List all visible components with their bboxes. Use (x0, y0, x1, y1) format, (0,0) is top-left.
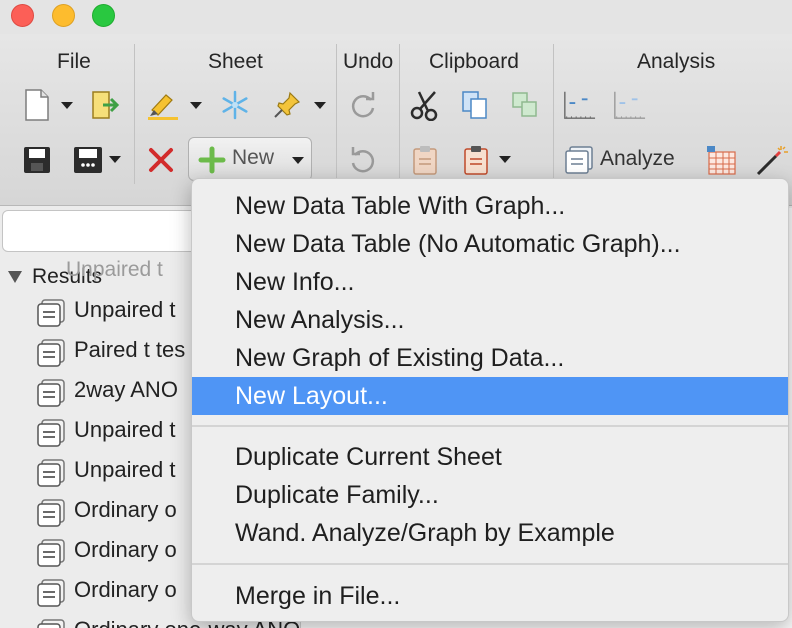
menu-item-duplicate-current-sheet[interactable]: Duplicate Current Sheet (192, 438, 788, 476)
results-sheet-icon (37, 579, 65, 607)
menu-separator (192, 425, 788, 427)
analyze-icon (565, 146, 593, 174)
menu-item-label: Merge in File... (235, 582, 401, 610)
menu-item-new-layout[interactable]: New Layout... (192, 377, 788, 415)
menu-item-label: Duplicate Current Sheet (235, 443, 502, 471)
list-item-label: Unpaired t (74, 417, 176, 442)
analyze-button-label: Analyze (600, 147, 675, 170)
menu-item-duplicate-family[interactable]: Duplicate Family... (192, 476, 788, 514)
list-item-label: 2way ANO (74, 377, 178, 402)
menu-item-label: New Info... (235, 268, 355, 296)
drag-ghost-row: Unpaired t (66, 258, 163, 281)
disclosure-triangle-icon[interactable] (8, 271, 22, 283)
menu-item-new-info[interactable]: New Info... (192, 263, 788, 301)
undo-icon[interactable] (346, 143, 380, 177)
results-sheet-icon (37, 539, 65, 567)
plus-icon (198, 146, 226, 174)
highlighter-dropdown-icon[interactable] (190, 102, 202, 109)
list-item-label: Unpaired t (74, 457, 176, 482)
results-sheet-icon (37, 339, 65, 367)
new-dropdown-menu: New Data Table With Graph... New Data Ta… (191, 178, 789, 622)
menu-item-merge-in-file[interactable]: Merge in File... (192, 577, 788, 615)
list-item-label: Ordinary o (74, 537, 177, 562)
menu-item-label: Duplicate Family... (235, 481, 439, 509)
menu-item-label: New Layout... (235, 382, 388, 410)
magic-wand-icon[interactable] (754, 143, 788, 177)
paste-dropdown-icon[interactable] (499, 156, 511, 163)
title-bar (0, 0, 792, 34)
toolbar-separator (134, 44, 135, 184)
group-label-clipboard: Clipboard (429, 50, 519, 73)
toolbar-separator (336, 44, 337, 184)
analyze-button[interactable]: Analyze (562, 141, 688, 179)
pushpin-dropdown-icon[interactable] (314, 102, 326, 109)
results-sheet-icon (37, 499, 65, 527)
menu-item-wand-analyze-graph[interactable]: Wand. Analyze/Graph by Example (192, 514, 788, 552)
group-label-analysis: Analysis (637, 50, 716, 73)
copy-icon[interactable] (458, 88, 492, 122)
toolbar-separator (553, 44, 554, 184)
paste-special-icon[interactable] (459, 143, 493, 177)
menu-item-label: New Graph of Existing Data... (235, 344, 565, 372)
table-grid-icon[interactable] (704, 143, 738, 177)
paste-icon[interactable] (408, 143, 442, 177)
save-icon[interactable] (20, 143, 54, 177)
minimize-window-button[interactable] (52, 4, 75, 27)
results-sheet-icon (37, 459, 65, 487)
new-sheet-button[interactable]: New (188, 137, 312, 181)
results-sheet-icon (37, 299, 65, 327)
menu-separator (192, 563, 788, 565)
new-file-dropdown-icon[interactable] (61, 102, 73, 109)
save-dropdown-icon[interactable] (109, 156, 121, 163)
copy-special-icon[interactable] (508, 88, 542, 122)
toolbar-separator (399, 44, 400, 184)
open-file-icon[interactable] (89, 88, 123, 122)
close-window-button[interactable] (11, 4, 34, 27)
group-label-undo: Undo (343, 50, 394, 73)
menu-item-label: New Data Table (No Automatic Graph)... (235, 230, 681, 258)
menu-item-label: New Analysis... (235, 306, 405, 334)
analysis-column-stats-icon[interactable] (562, 88, 596, 122)
list-item-label: Unpaired t (74, 297, 176, 322)
menu-item-label: New Data Table With Graph... (235, 192, 566, 220)
group-label-sheet: Sheet (208, 50, 263, 73)
list-item-label: Paired t tes (74, 337, 186, 362)
menu-item-new-data-table-with-graph[interactable]: New Data Table With Graph... (192, 187, 788, 225)
delete-x-icon[interactable] (144, 143, 178, 177)
list-item-label: Ordinary o (74, 577, 177, 602)
redo-icon[interactable] (346, 88, 380, 122)
results-sheet-icon (37, 379, 65, 407)
highlighter-icon[interactable] (146, 88, 180, 122)
group-label-file: File (57, 50, 91, 73)
menu-item-new-data-table-no-graph[interactable]: New Data Table (No Automatic Graph)... (192, 225, 788, 263)
freeze-snowflake-icon[interactable] (218, 88, 252, 122)
analysis-graph-stats-icon[interactable] (612, 88, 646, 122)
results-sheet-icon (37, 619, 65, 628)
cut-scissors-icon[interactable] (408, 88, 442, 122)
menu-item-new-analysis[interactable]: New Analysis... (192, 301, 788, 339)
menu-item-label: Wand. Analyze/Graph by Example (235, 519, 615, 547)
results-sheet-icon (37, 419, 65, 447)
new-button-label: New (232, 146, 275, 169)
pushpin-icon[interactable] (270, 88, 304, 122)
new-file-icon[interactable] (20, 88, 54, 122)
zoom-window-button[interactable] (92, 4, 115, 27)
save-options-icon[interactable] (71, 143, 105, 177)
list-item-label: Ordinary o (74, 497, 177, 522)
new-dropdown-icon (292, 157, 304, 164)
menu-item-new-graph-of-existing-data[interactable]: New Graph of Existing Data... (192, 339, 788, 377)
